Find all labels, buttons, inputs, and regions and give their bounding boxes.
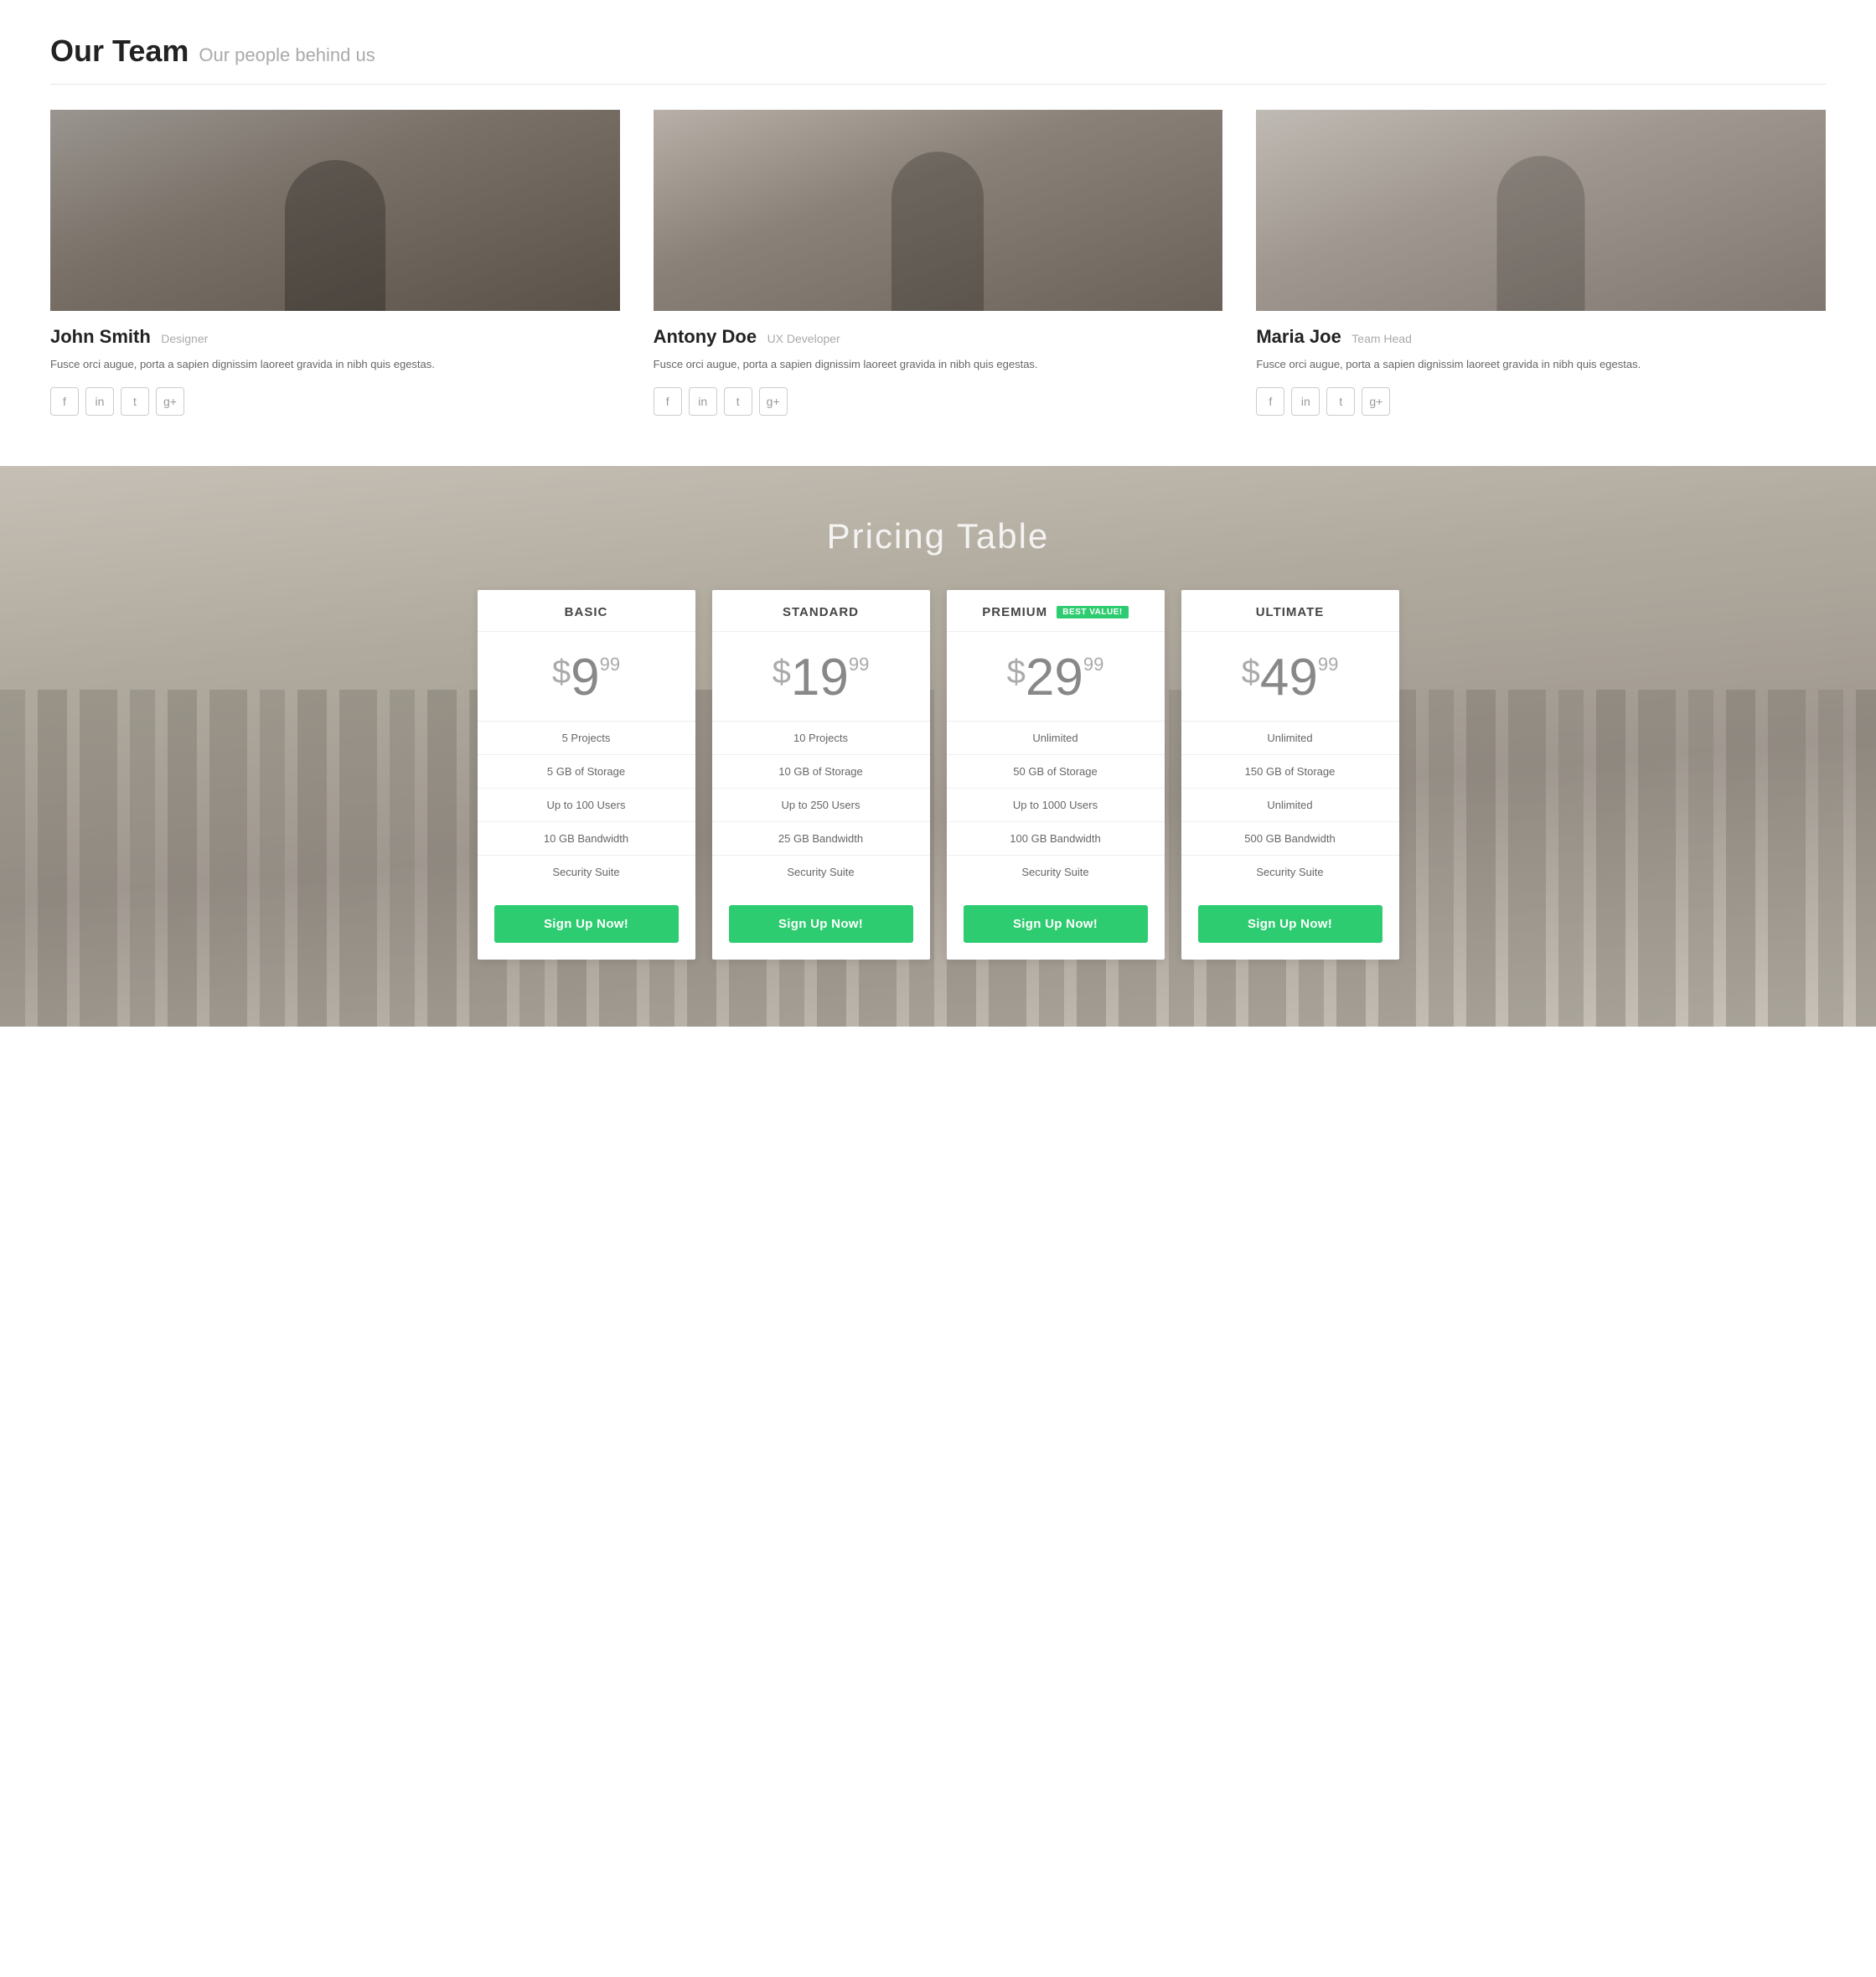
team-name-john: John Smith [50, 326, 151, 347]
team-name-row-john: John Smith Designer [50, 326, 620, 348]
googleplus-icon-antony[interactable]: g+ [759, 387, 788, 416]
price-amount-standard: 19 [791, 649, 849, 706]
features-standard: 10 Projects 10 GB of Storage Up to 250 U… [712, 722, 930, 888]
feature-standard-4: Security Suite [712, 856, 930, 888]
team-photo-antony [654, 110, 1223, 311]
signup-button-ultimate[interactable]: Sign Up Now! [1198, 905, 1382, 943]
feature-standard-0: 10 Projects [712, 722, 930, 755]
pricing-price-premium: $2999 [947, 632, 1165, 722]
linkedin-icon-john[interactable]: in [85, 387, 114, 416]
team-section: Our Team Our people behind us John Smith… [0, 0, 1876, 466]
pricing-grid: BASIC $999 5 Projects 5 GB of Storage Up… [478, 590, 1399, 960]
team-bio-maria: Fusce orci augue, porta a sapien digniss… [1256, 356, 1826, 374]
team-name-row-antony: Antony Doe UX Developer [654, 326, 1223, 348]
googleplus-icon-maria[interactable]: g+ [1362, 387, 1390, 416]
best-value-badge: BEST VALUE! [1057, 606, 1128, 618]
twitter-icon-maria[interactable]: t [1326, 387, 1355, 416]
team-name-antony: Antony Doe [654, 326, 757, 347]
facebook-icon-maria[interactable]: f [1256, 387, 1284, 416]
feature-standard-3: 25 GB Bandwidth [712, 822, 930, 856]
price-dollar-standard: $ [773, 654, 791, 691]
price-dollar-premium: $ [1007, 654, 1026, 691]
pricing-cta-standard: Sign Up Now! [712, 888, 930, 960]
team-name-row-maria: Maria Joe Team Head [1256, 326, 1826, 348]
team-card-john: John Smith Designer Fusce orci augue, po… [50, 110, 620, 416]
pricing-title-wrap: Pricing Table [34, 516, 1842, 556]
feature-ultimate-0: Unlimited [1181, 722, 1399, 755]
team-card-maria: Maria Joe Team Head Fusce orci augue, po… [1256, 110, 1826, 416]
twitter-icon-antony[interactable]: t [724, 387, 752, 416]
pricing-price-basic: $999 [478, 632, 695, 722]
feature-basic-1: 5 GB of Storage [478, 755, 695, 789]
feature-premium-4: Security Suite [947, 856, 1165, 888]
social-icons-antony: f in t g+ [654, 387, 1223, 416]
team-bio-antony: Fusce orci augue, porta a sapien digniss… [654, 356, 1223, 374]
pricing-cta-premium: Sign Up Now! [947, 888, 1165, 960]
team-role-antony: UX Developer [767, 332, 840, 345]
linkedin-icon-maria[interactable]: in [1291, 387, 1320, 416]
twitter-icon-john[interactable]: t [121, 387, 149, 416]
linkedin-icon-antony[interactable]: in [689, 387, 717, 416]
team-role-john: Designer [161, 332, 208, 345]
price-dollar-basic: $ [552, 654, 571, 691]
features-premium: Unlimited 50 GB of Storage Up to 1000 Us… [947, 722, 1165, 888]
price-amount-basic: 9 [571, 649, 599, 706]
feature-basic-4: Security Suite [478, 856, 695, 888]
plan-name-standard: STANDARD [712, 590, 930, 632]
pricing-price-ultimate: $4999 [1181, 632, 1399, 722]
price-cents-ultimate: 99 [1318, 654, 1338, 675]
team-role-maria: Team Head [1351, 332, 1412, 345]
social-icons-john: f in t g+ [50, 387, 620, 416]
facebook-icon-antony[interactable]: f [654, 387, 682, 416]
price-cents-basic: 99 [600, 654, 620, 675]
feature-ultimate-4: Security Suite [1181, 856, 1399, 888]
feature-basic-2: Up to 100 Users [478, 789, 695, 822]
pricing-section: Pricing Table BASIC $999 5 Projects 5 GB… [0, 466, 1876, 1027]
price-dollar-ultimate: $ [1242, 654, 1260, 691]
team-photo-maria [1256, 110, 1826, 311]
pricing-card-premium: PREMIUM BEST VALUE! $2999 Unlimited 50 G… [947, 590, 1165, 960]
price-amount-premium: 29 [1026, 649, 1083, 706]
pricing-price-standard: $1999 [712, 632, 930, 722]
features-basic: 5 Projects 5 GB of Storage Up to 100 Use… [478, 722, 695, 888]
social-icons-maria: f in t g+ [1256, 387, 1826, 416]
team-photo-john [50, 110, 620, 311]
pricing-cta-ultimate: Sign Up Now! [1181, 888, 1399, 960]
team-grid: John Smith Designer Fusce orci augue, po… [50, 110, 1826, 416]
team-card-antony: Antony Doe UX Developer Fusce orci augue… [654, 110, 1223, 416]
feature-standard-2: Up to 250 Users [712, 789, 930, 822]
feature-standard-1: 10 GB of Storage [712, 755, 930, 789]
pricing-card-basic: BASIC $999 5 Projects 5 GB of Storage Up… [478, 590, 695, 960]
signup-button-premium[interactable]: Sign Up Now! [964, 905, 1148, 943]
section-title: Our Team [50, 34, 189, 69]
pricing-card-ultimate: ULTIMATE $4999 Unlimited 150 GB of Stora… [1181, 590, 1399, 960]
feature-premium-3: 100 GB Bandwidth [947, 822, 1165, 856]
features-ultimate: Unlimited 150 GB of Storage Unlimited 50… [1181, 722, 1399, 888]
feature-basic-0: 5 Projects [478, 722, 695, 755]
feature-premium-2: Up to 1000 Users [947, 789, 1165, 822]
team-name-maria: Maria Joe [1256, 326, 1341, 347]
price-amount-ultimate: 49 [1260, 649, 1318, 706]
feature-ultimate-1: 150 GB of Storage [1181, 755, 1399, 789]
plan-name-ultimate: ULTIMATE [1181, 590, 1399, 632]
feature-ultimate-2: Unlimited [1181, 789, 1399, 822]
feature-premium-0: Unlimited [947, 722, 1165, 755]
feature-basic-3: 10 GB Bandwidth [478, 822, 695, 856]
section-subtitle: Our people behind us [199, 44, 375, 66]
price-cents-premium: 99 [1083, 654, 1103, 675]
section-header: Our Team Our people behind us [50, 34, 1826, 85]
signup-button-standard[interactable]: Sign Up Now! [729, 905, 913, 943]
feature-ultimate-3: 500 GB Bandwidth [1181, 822, 1399, 856]
pricing-title: Pricing Table [34, 516, 1842, 556]
price-cents-standard: 99 [849, 654, 869, 675]
plan-name-premium: PREMIUM BEST VALUE! [947, 590, 1165, 632]
plan-name-basic: BASIC [478, 590, 695, 632]
facebook-icon-john[interactable]: f [50, 387, 79, 416]
googleplus-icon-john[interactable]: g+ [156, 387, 184, 416]
feature-premium-1: 50 GB of Storage [947, 755, 1165, 789]
pricing-cta-basic: Sign Up Now! [478, 888, 695, 960]
team-bio-john: Fusce orci augue, porta a sapien digniss… [50, 356, 620, 374]
signup-button-basic[interactable]: Sign Up Now! [494, 905, 679, 943]
pricing-card-standard: STANDARD $1999 10 Projects 10 GB of Stor… [712, 590, 930, 960]
